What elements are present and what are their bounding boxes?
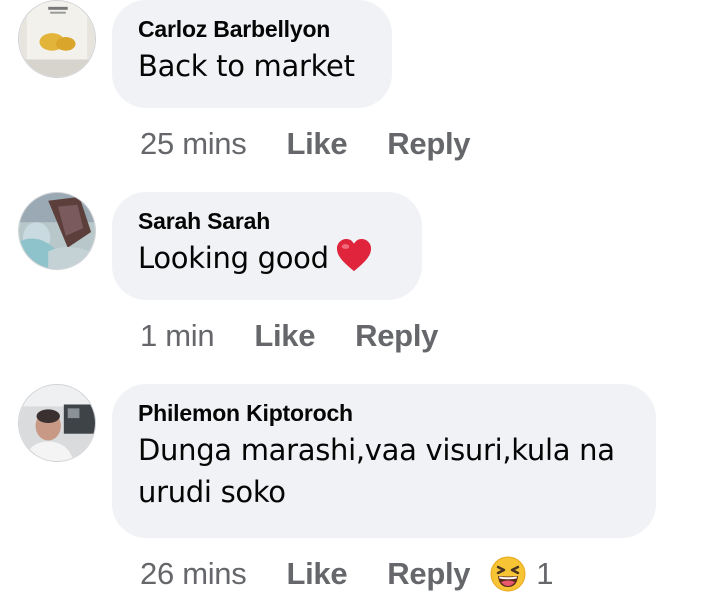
like-button[interactable]: Like bbox=[286, 556, 347, 592]
comment-bubble: Carloz Barbellyon Back to market bbox=[112, 0, 392, 108]
reply-button[interactable]: Reply bbox=[387, 556, 470, 592]
avatar-image bbox=[19, 1, 95, 77]
comment-text: Looking good bbox=[138, 237, 396, 279]
reply-button[interactable]: Reply bbox=[387, 126, 470, 162]
comment-text-line: Dunga marashi,vaa visuri,kula na bbox=[138, 433, 615, 467]
reaction-count[interactable]: 1 bbox=[536, 556, 553, 592]
comment-actions: 25 mins Like Reply bbox=[140, 124, 471, 164]
avatar-image bbox=[19, 385, 95, 461]
comment-author[interactable]: Carloz Barbellyon bbox=[138, 15, 366, 43]
comment-time[interactable]: 26 mins bbox=[140, 556, 247, 592]
comment-text: Dunga marashi,vaa visuri,kula na urudi s… bbox=[138, 429, 630, 513]
comment-bubble: Philemon Kiptoroch Dunga marashi,vaa vis… bbox=[112, 384, 656, 538]
comment-text-content: Looking good bbox=[138, 241, 329, 275]
comment-text-line: urudi soko bbox=[138, 475, 286, 509]
comment-actions: 1 min Like Reply bbox=[140, 316, 438, 356]
avatar[interactable] bbox=[18, 0, 96, 78]
comment-time[interactable]: 1 min bbox=[140, 318, 215, 354]
heart-icon bbox=[336, 238, 371, 272]
reply-button[interactable]: Reply bbox=[355, 318, 438, 354]
like-button[interactable]: Like bbox=[254, 318, 315, 354]
avatar-image bbox=[19, 193, 95, 269]
like-button[interactable]: Like bbox=[286, 126, 347, 162]
comment-text: Back to market bbox=[138, 49, 355, 83]
comment-bubble: Sarah Sarah Looking good bbox=[112, 192, 422, 300]
comment-time[interactable]: 25 mins bbox=[140, 126, 247, 162]
comment-author[interactable]: Sarah Sarah bbox=[138, 207, 396, 235]
comment-author[interactable]: Philemon Kiptoroch bbox=[138, 399, 630, 427]
avatar[interactable] bbox=[18, 192, 96, 270]
comment-actions: 26 mins Like Reply 1 bbox=[140, 554, 553, 594]
laughing-emoji-icon[interactable] bbox=[490, 556, 526, 592]
avatar[interactable] bbox=[18, 384, 96, 462]
